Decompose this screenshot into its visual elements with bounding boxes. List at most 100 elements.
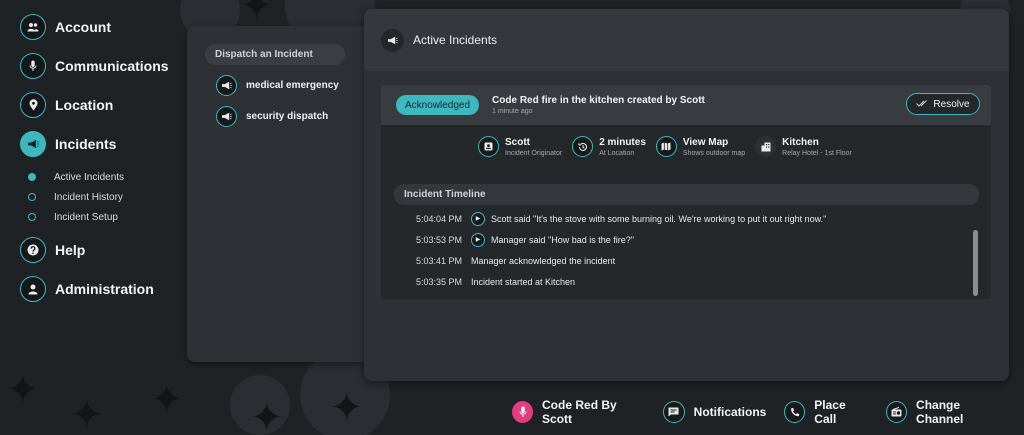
dispatch-item-label: security dispatch <box>246 110 329 122</box>
background-star: ✦ <box>70 393 104 435</box>
sub-item-label: Active Incidents <box>54 171 125 183</box>
fact-location: Kitchen Relay Hotel - 1st Floor <box>755 136 852 157</box>
sub-item-label: Incident History <box>54 191 123 203</box>
timeline-time: 5:04:04 PM <box>415 213 462 224</box>
place-call-label: Place Call <box>814 398 846 426</box>
dispatch-item-label: medical emergency <box>246 79 339 91</box>
history-icon <box>572 136 594 157</box>
dispatch-panel: Dispatch an Incident medical emergency s… <box>187 26 367 362</box>
nav-label: Help <box>55 242 86 258</box>
timeline-time: 5:03:53 PM <box>415 234 462 245</box>
selected-dot-icon <box>28 173 36 181</box>
nav-item-communications[interactable]: Communications <box>20 53 190 79</box>
status-badge: Acknowledged <box>396 95 480 115</box>
code-red-alert-button[interactable]: Code Red By Scott <box>512 398 645 426</box>
timeline-time: 5:03:35 PM <box>415 276 462 287</box>
incident-title: Code Red fire in the kitchen created by … <box>492 95 705 106</box>
fact-value: 2 minutes <box>599 136 646 148</box>
megaphone-icon <box>381 28 404 52</box>
check-icon <box>916 99 928 109</box>
nav-label: Account <box>55 19 111 35</box>
fact-value: Scott <box>505 136 530 148</box>
timeline-text: Incident started at Kitchen <box>471 276 576 287</box>
active-incidents-panel: Active Incidents Acknowledged Code Red f… <box>364 9 1009 381</box>
megaphone-icon <box>216 105 237 127</box>
change-channel-button[interactable]: Change Channel <box>886 398 1006 426</box>
dispatch-item-security-dispatch[interactable]: security dispatch <box>216 105 367 127</box>
question-icon <box>20 237 46 263</box>
microphone-icon <box>512 401 534 423</box>
nav-label: Communications <box>55 58 169 74</box>
fact-view-map[interactable]: View Map Shows outdoor map <box>655 136 746 157</box>
nav-label: Administration <box>55 281 154 297</box>
sidebar-nav: Account Communications Location Incident… <box>20 14 190 315</box>
incident-time-ago: 1 minute ago <box>492 108 533 115</box>
play-icon[interactable]: ▶ <box>471 232 485 247</box>
incident-title-group: Code Red fire in the kitchen created by … <box>492 95 705 115</box>
megaphone-icon <box>216 74 237 96</box>
microphone-icon <box>20 53 46 79</box>
change-channel-label: Change Channel <box>916 398 964 426</box>
dot-icon <box>28 193 36 201</box>
play-icon[interactable]: ▶ <box>471 211 485 226</box>
dispatch-item-medical-emergency[interactable]: medical emergency <box>216 74 367 96</box>
nav-item-administration[interactable]: Administration <box>20 276 190 302</box>
resolve-button[interactable]: Resolve <box>906 93 980 115</box>
timeline-scrollbar[interactable] <box>973 230 978 296</box>
fact-value: Kitchen <box>782 136 819 148</box>
nav-item-help[interactable]: Help <box>20 237 190 263</box>
megaphone-icon <box>20 131 46 157</box>
timeline-text: Scott said "It's the stove with some bur… <box>491 213 827 224</box>
fact-originator: Scott Incident Originator <box>478 136 562 157</box>
timeline-row: 5:03:53 PM ▶ Manager said "How bad is th… <box>394 229 954 250</box>
timeline-text: Manager acknowledged the incident <box>471 255 616 266</box>
location-pin-icon <box>20 92 46 118</box>
notifications-label: Notifications <box>693 405 767 419</box>
fact-text: 2 minutes At Location <box>599 137 646 157</box>
panel-header: Active Incidents <box>364 9 1009 71</box>
incident-facts: Scott Incident Originator 2 minutes At L… <box>478 136 862 157</box>
timeline-header: Incident Timeline <box>394 184 979 205</box>
notifications-button[interactable]: Notifications <box>662 401 767 423</box>
fact-caption: Relay Hotel - 1st Floor <box>782 149 852 157</box>
fact-text: Scott Incident Originator <box>505 137 562 157</box>
fact-caption: At Location <box>599 149 635 157</box>
background-star: ✦ <box>6 368 40 412</box>
fact-caption: Shows outdoor map <box>682 149 746 157</box>
incident-timeline: 5:04:04 PM ▶ Scott said "It's the stove … <box>394 208 954 292</box>
nav-label: Location <box>55 97 114 113</box>
background-star: ✦ <box>150 378 184 422</box>
sub-item-incident-setup[interactable]: Incident Setup <box>28 207 190 227</box>
phone-icon <box>784 401 806 423</box>
sub-item-incident-history[interactable]: Incident History <box>28 187 190 207</box>
timeline-row: 5:04:04 PM ▶ Scott said "It's the stove … <box>394 208 954 229</box>
incident-card-header: Acknowledged Code Red fire in the kitche… <box>381 85 991 125</box>
resolve-label: Resolve <box>933 98 970 110</box>
timeline-text: Manager said "How bad is the fire?" <box>491 234 634 245</box>
incident-card: Acknowledged Code Red fire in the kitche… <box>381 85 991 299</box>
building-icon <box>755 136 777 157</box>
nav-label: Incidents <box>55 136 117 152</box>
nav-item-account[interactable]: Account <box>20 14 190 40</box>
place-call-button[interactable]: Place Call <box>784 398 868 426</box>
fact-caption: Incident Originator <box>505 149 563 157</box>
sub-item-active-incidents[interactable]: Active Incidents <box>28 167 190 187</box>
timeline-row: 5:03:41 PM Manager acknowledged the inci… <box>394 250 954 271</box>
sub-item-label: Incident Setup <box>54 211 118 223</box>
fact-text: Kitchen Relay Hotel - 1st Floor <box>782 137 852 157</box>
page-title: Active Incidents <box>413 33 498 47</box>
nav-item-incidents[interactable]: Incidents <box>20 131 190 157</box>
fact-value: View Map <box>682 136 729 148</box>
background-star: ✦ <box>250 396 284 435</box>
incidents-submenu: Active Incidents Incident History Incide… <box>28 167 190 227</box>
background-star: ✦ <box>330 386 364 430</box>
dot-icon <box>28 213 36 221</box>
code-red-label: Code Red By Scott <box>542 398 617 426</box>
people-icon <box>20 14 46 40</box>
message-icon <box>662 401 685 423</box>
person-icon <box>20 276 46 302</box>
map-icon <box>655 136 677 157</box>
badge-icon <box>478 136 499 157</box>
nav-item-location[interactable]: Location <box>20 92 190 118</box>
bottom-bar: Code Red By Scott Notifications Place Ca… <box>512 398 1024 426</box>
